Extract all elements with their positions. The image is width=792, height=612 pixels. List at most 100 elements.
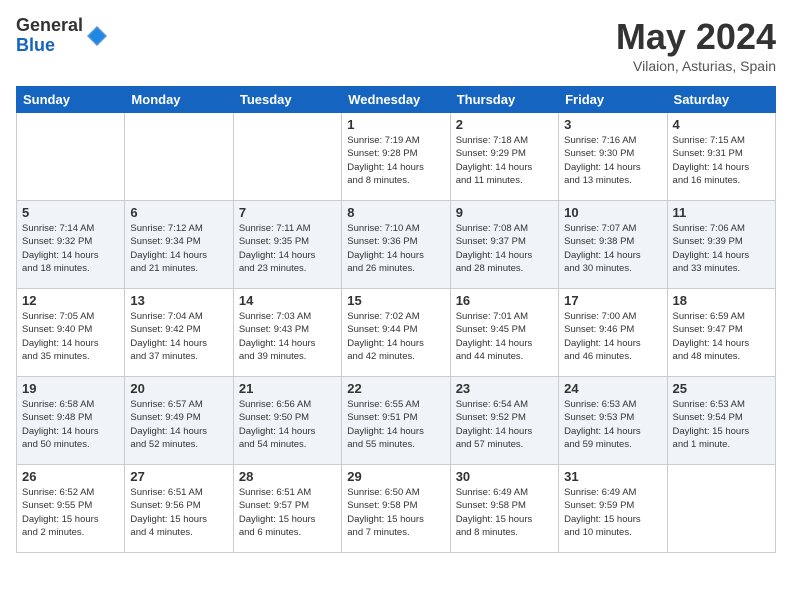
day-info: Sunrise: 6:51 AM Sunset: 9:57 PM Dayligh… [239,486,336,539]
day-info: Sunrise: 6:56 AM Sunset: 9:50 PM Dayligh… [239,398,336,451]
calendar-week-row: 12Sunrise: 7:05 AM Sunset: 9:40 PM Dayli… [17,289,776,377]
day-number: 3 [564,117,661,132]
calendar-cell: 22Sunrise: 6:55 AM Sunset: 9:51 PM Dayli… [342,377,450,465]
day-number: 2 [456,117,553,132]
weekday-header-tuesday: Tuesday [233,87,341,113]
day-info: Sunrise: 7:15 AM Sunset: 9:31 PM Dayligh… [673,134,770,187]
day-number: 15 [347,293,444,308]
day-number: 24 [564,381,661,396]
day-number: 19 [22,381,119,396]
day-number: 16 [456,293,553,308]
day-number: 9 [456,205,553,220]
calendar-cell: 6 Sunrise: 7:12 AM Sunset: 9:34 PM Daylig… [125,201,233,289]
day-info: Sunrise: 6:49 AM Sunset: 9:58 PM Dayligh… [456,486,553,539]
day-number: 25 [673,381,770,396]
calendar-cell: 7Sunrise: 7:11 AM Sunset: 9:35 PM Daylig… [233,201,341,289]
day-info: Sunrise: 7:03 AM Sunset: 9:43 PM Dayligh… [239,310,336,363]
day-info: Sunrise: 7:12 AM Sunset: 9:34 PM Dayligh… [130,222,227,275]
day-number: 12 [22,293,119,308]
calendar-cell: 14 Sunrise: 7:03 AM Sunset: 9:43 PM Dayli… [233,289,341,377]
day-info: Sunrise: 7:07 AM Sunset: 9:38 PM Dayligh… [564,222,661,275]
day-info: Sunrise: 6:51 AM Sunset: 9:56 PM Dayligh… [130,486,227,539]
calendar-cell: 29 Sunrise: 6:50 AM Sunset: 9:58 PM Dayli… [342,465,450,553]
calendar-cell: 30 Sunrise: 6:49 AM Sunset: 9:58 PM Dayli… [450,465,558,553]
calendar-cell [17,113,125,201]
weekday-header-sunday: Sunday [17,87,125,113]
day-number: 6 [130,205,227,220]
day-info: Sunrise: 7:10 AM Sunset: 9:36 PM Dayligh… [347,222,444,275]
calendar-cell: 13 Sunrise: 7:04 AM Sunset: 9:42 PM Dayli… [125,289,233,377]
calendar-cell: 20Sunrise: 6:57 AM Sunset: 9:49 PM Dayli… [125,377,233,465]
day-number: 22 [347,381,444,396]
day-info: Sunrise: 7:04 AM Sunset: 9:42 PM Dayligh… [130,310,227,363]
calendar-cell: 26 Sunrise: 6:52 AM Sunset: 9:55 PM Dayli… [17,465,125,553]
day-number: 8 [347,205,444,220]
day-info: Sunrise: 6:53 AM Sunset: 9:54 PM Dayligh… [673,398,770,451]
page-header: General Blue May 2024 Vilaion, Asturias,… [16,16,776,74]
calendar-cell: 1 Sunrise: 7:19 AM Sunset: 9:28 PM Daylig… [342,113,450,201]
day-number: 7 [239,205,336,220]
day-info: Sunrise: 7:01 AM Sunset: 9:45 PM Dayligh… [456,310,553,363]
day-number: 28 [239,469,336,484]
calendar-cell: 9Sunrise: 7:08 AM Sunset: 9:37 PM Daylig… [450,201,558,289]
calendar-week-row: 5 Sunrise: 7:14 AM Sunset: 9:32 PM Daylig… [17,201,776,289]
calendar-cell: 3 Sunrise: 7:16 AM Sunset: 9:30 PM Daylig… [559,113,667,201]
weekday-header-monday: Monday [125,87,233,113]
day-info: Sunrise: 7:14 AM Sunset: 9:32 PM Dayligh… [22,222,119,275]
weekday-header-friday: Friday [559,87,667,113]
day-info: Sunrise: 6:54 AM Sunset: 9:52 PM Dayligh… [456,398,553,451]
calendar-cell: 5 Sunrise: 7:14 AM Sunset: 9:32 PM Daylig… [17,201,125,289]
day-info: Sunrise: 6:59 AM Sunset: 9:47 PM Dayligh… [673,310,770,363]
weekday-header-wednesday: Wednesday [342,87,450,113]
calendar-cell: 8 Sunrise: 7:10 AM Sunset: 9:36 PM Daylig… [342,201,450,289]
location-subtitle: Vilaion, Asturias, Spain [616,58,776,74]
logo-icon [85,24,109,48]
day-number: 5 [22,205,119,220]
calendar-cell [125,113,233,201]
calendar-cell: 21 Sunrise: 6:56 AM Sunset: 9:50 PM Dayli… [233,377,341,465]
day-info: Sunrise: 6:57 AM Sunset: 9:49 PM Dayligh… [130,398,227,451]
day-number: 11 [673,205,770,220]
day-info: Sunrise: 6:50 AM Sunset: 9:58 PM Dayligh… [347,486,444,539]
day-number: 26 [22,469,119,484]
calendar-cell: 19 Sunrise: 6:58 AM Sunset: 9:48 PM Dayli… [17,377,125,465]
day-info: Sunrise: 7:02 AM Sunset: 9:44 PM Dayligh… [347,310,444,363]
day-info: Sunrise: 6:58 AM Sunset: 9:48 PM Dayligh… [22,398,119,451]
logo-blue-text: Blue [16,36,83,56]
day-number: 17 [564,293,661,308]
calendar-cell: 12Sunrise: 7:05 AM Sunset: 9:40 PM Dayli… [17,289,125,377]
calendar-cell: 23Sunrise: 6:54 AM Sunset: 9:52 PM Dayli… [450,377,558,465]
calendar-cell: 24Sunrise: 6:53 AM Sunset: 9:53 PM Dayli… [559,377,667,465]
calendar-cell: 10 Sunrise: 7:07 AM Sunset: 9:38 PM Dayli… [559,201,667,289]
day-number: 13 [130,293,227,308]
calendar-table: SundayMondayTuesdayWednesdayThursdayFrid… [16,86,776,553]
day-info: Sunrise: 6:52 AM Sunset: 9:55 PM Dayligh… [22,486,119,539]
day-info: Sunrise: 7:18 AM Sunset: 9:29 PM Dayligh… [456,134,553,187]
weekday-header-thursday: Thursday [450,87,558,113]
calendar-week-row: 26 Sunrise: 6:52 AM Sunset: 9:55 PM Dayli… [17,465,776,553]
calendar-cell: 15 Sunrise: 7:02 AM Sunset: 9:44 PM Dayli… [342,289,450,377]
day-info: Sunrise: 7:06 AM Sunset: 9:39 PM Dayligh… [673,222,770,275]
day-number: 1 [347,117,444,132]
day-info: Sunrise: 7:16 AM Sunset: 9:30 PM Dayligh… [564,134,661,187]
calendar-cell: 4Sunrise: 7:15 AM Sunset: 9:31 PM Daylig… [667,113,775,201]
logo-general-text: General [16,16,83,36]
calendar-cell: 2 Sunrise: 7:18 AM Sunset: 9:29 PM Daylig… [450,113,558,201]
day-number: 29 [347,469,444,484]
day-info: Sunrise: 7:00 AM Sunset: 9:46 PM Dayligh… [564,310,661,363]
calendar-cell: 17 Sunrise: 7:00 AM Sunset: 9:46 PM Dayli… [559,289,667,377]
month-title: May 2024 [616,16,776,58]
day-number: 30 [456,469,553,484]
day-number: 14 [239,293,336,308]
calendar-cell: 16 Sunrise: 7:01 AM Sunset: 9:45 PM Dayli… [450,289,558,377]
day-info: Sunrise: 7:19 AM Sunset: 9:28 PM Dayligh… [347,134,444,187]
day-number: 10 [564,205,661,220]
day-number: 31 [564,469,661,484]
calendar-cell: 18Sunrise: 6:59 AM Sunset: 9:47 PM Dayli… [667,289,775,377]
day-number: 21 [239,381,336,396]
calendar-cell: 25 Sunrise: 6:53 AM Sunset: 9:54 PM Dayli… [667,377,775,465]
calendar-cell: 31Sunrise: 6:49 AM Sunset: 9:59 PM Dayli… [559,465,667,553]
calendar-week-row: 19 Sunrise: 6:58 AM Sunset: 9:48 PM Dayli… [17,377,776,465]
calendar-cell: 28 Sunrise: 6:51 AM Sunset: 9:57 PM Dayli… [233,465,341,553]
calendar-cell: 27Sunrise: 6:51 AM Sunset: 9:56 PM Dayli… [125,465,233,553]
